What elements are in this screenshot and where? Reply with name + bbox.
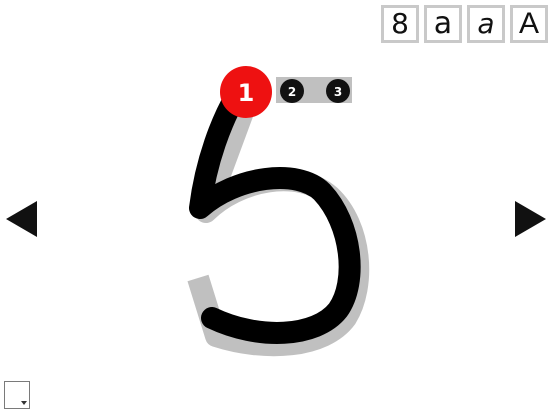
step-3-label: 3	[334, 85, 342, 99]
menu-dropdown[interactable]	[4, 381, 30, 409]
step-1-badge[interactable]: 1	[220, 66, 272, 118]
tracing-canvas[interactable]: 1 2 3	[0, 0, 552, 414]
dropdown-caret-icon	[21, 401, 27, 405]
step-2-label: 2	[288, 85, 296, 99]
trace-stroke	[189, 85, 361, 344]
digit-trace	[189, 85, 361, 344]
tracing-screen: 8 a a A 1 2 3	[0, 0, 552, 414]
step-1-label: 1	[238, 79, 255, 107]
step-3-badge[interactable]: 3	[326, 79, 350, 103]
step-indicators: 1 2 3	[220, 66, 350, 118]
step-2-badge[interactable]: 2	[280, 79, 304, 103]
